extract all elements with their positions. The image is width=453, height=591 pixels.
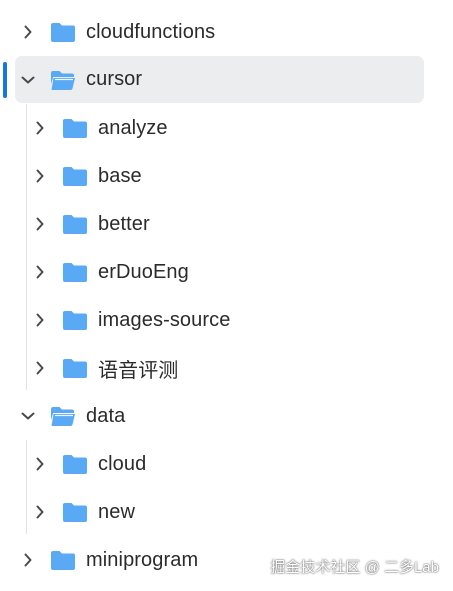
tree-item-label: miniprogram <box>86 548 199 571</box>
tree-item-base[interactable]: base <box>31 154 421 198</box>
tree-item-label: 语音评测 <box>98 359 179 382</box>
tree-item-cloud[interactable]: cloud <box>31 442 421 486</box>
watermark: 掘金技术社区 @ 二多Lab <box>270 559 439 576</box>
file-tree: cloudfunctions cursor analyze base bette… <box>0 0 453 591</box>
chevron-right-icon[interactable] <box>19 551 37 569</box>
tree-item-speech-evaluation[interactable]: 语音评测 <box>31 346 421 390</box>
folder-icon <box>62 117 88 139</box>
chevron-right-icon[interactable] <box>31 263 49 281</box>
chevron-right-icon[interactable] <box>31 167 49 185</box>
folder-icon <box>62 165 88 187</box>
tree-item-label: images-source <box>98 308 231 331</box>
selection-indicator <box>3 62 7 98</box>
indent-guide-data <box>26 440 27 534</box>
folder-icon <box>50 549 76 571</box>
folder-open-icon <box>50 405 76 427</box>
folder-icon <box>62 261 88 283</box>
tree-item-data[interactable]: data <box>19 394 429 438</box>
tree-item-analyze[interactable]: analyze <box>31 106 421 150</box>
tree-item-label: cursor <box>86 68 143 90</box>
tree-item-new[interactable]: new <box>31 490 421 534</box>
tree-item-label: erDuoEng <box>98 260 189 283</box>
tree-item-label: analyze <box>98 116 168 139</box>
folder-open-icon <box>50 69 76 91</box>
tree-item-cloudfunctions[interactable]: cloudfunctions <box>19 10 429 54</box>
tree-item-better[interactable]: better <box>31 202 421 246</box>
folder-icon <box>50 21 76 43</box>
chevron-right-icon[interactable] <box>31 503 49 521</box>
chevron-right-icon[interactable] <box>31 119 49 137</box>
tree-item-label: data <box>86 404 126 427</box>
folder-icon <box>62 213 88 235</box>
tree-item-images-source[interactable]: images-source <box>31 298 421 342</box>
tree-item-erduoeng[interactable]: erDuoEng <box>31 250 421 294</box>
tree-item-label: cloud <box>98 452 147 475</box>
tree-item-cursor[interactable]: cursor <box>15 56 424 103</box>
chevron-right-icon[interactable] <box>31 455 49 473</box>
tree-item-label: new <box>98 500 135 523</box>
indent-guide-cursor <box>26 104 27 390</box>
folder-icon <box>62 357 88 379</box>
chevron-right-icon[interactable] <box>31 215 49 233</box>
tree-item-label: base <box>98 164 142 187</box>
tree-item-label: better <box>98 212 150 235</box>
tree-item-label: cloudfunctions <box>86 20 216 43</box>
folder-icon <box>62 309 88 331</box>
folder-icon <box>62 501 88 523</box>
folder-icon <box>62 453 88 475</box>
chevron-right-icon[interactable] <box>19 23 37 41</box>
chevron-down-icon[interactable] <box>19 71 37 89</box>
chevron-right-icon[interactable] <box>31 359 49 377</box>
chevron-down-icon[interactable] <box>19 407 37 425</box>
chevron-right-icon[interactable] <box>31 311 49 329</box>
